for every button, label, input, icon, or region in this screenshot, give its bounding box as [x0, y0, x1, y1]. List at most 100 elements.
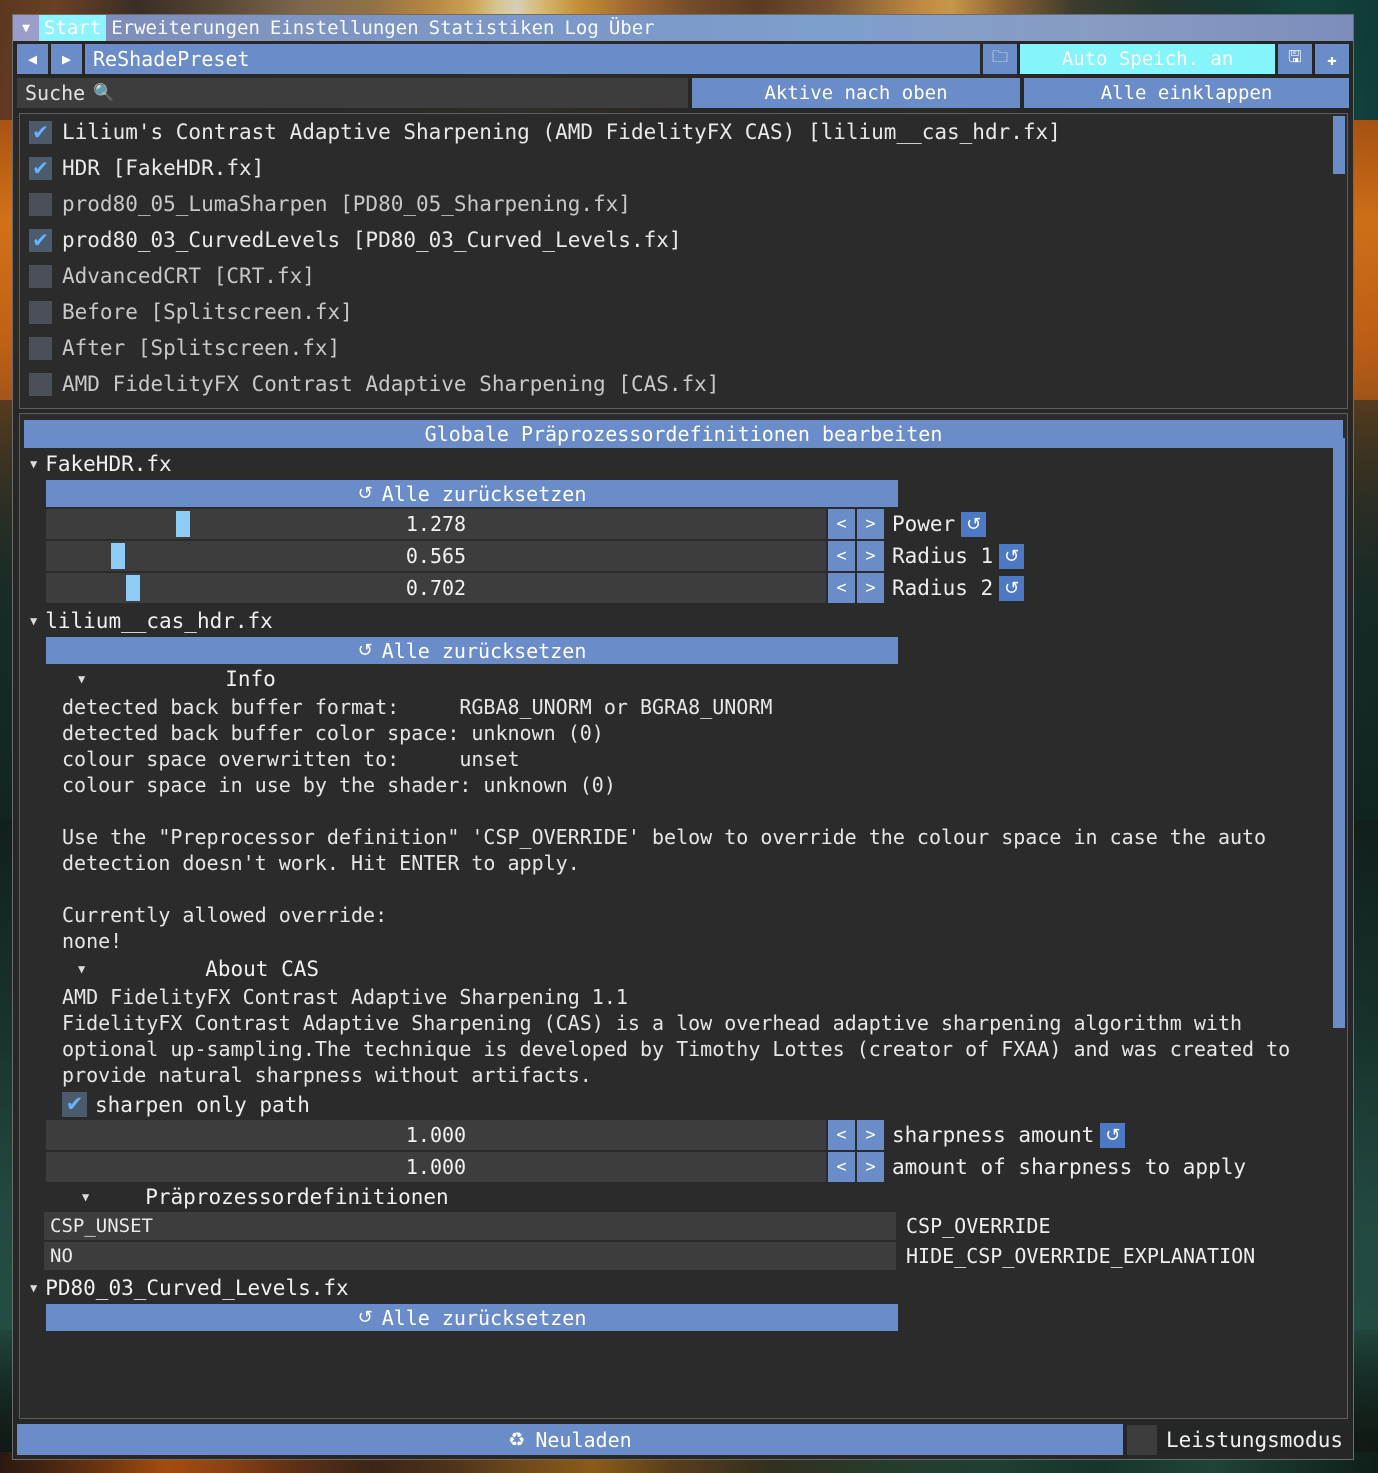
edit-global-preprocessor-button[interactable]: Globale Präprozessordefinitionen bearbei… — [24, 420, 1343, 448]
slider-track[interactable]: 1.000 — [46, 1120, 826, 1150]
slider-row-radius1[interactable]: 0.565 < > Radius 1 ↺ — [46, 541, 1347, 571]
list-item[interactable]: ✔ prod80_03_CurvedLevels [PD80_03_Curved… — [20, 222, 1347, 258]
effect-section-cas[interactable]: ▼ lilium__cas_hdr.fx — [20, 605, 1347, 635]
reset-all-button-fakehdr[interactable]: ↺ Alle zurücksetzen — [46, 480, 898, 507]
effect-checkbox[interactable] — [29, 264, 52, 288]
folder-icon[interactable]: 🗀 — [983, 44, 1017, 74]
slider-increment-button[interactable]: > — [857, 541, 884, 571]
info-tree-header[interactable]: ▼ Info — [20, 667, 1347, 691]
settings-panel[interactable]: Globale Präprozessordefinitionen bearbei… — [19, 413, 1348, 1419]
effect-section-fakehdr[interactable]: ▼ FakeHDR.fx — [20, 448, 1347, 478]
revert-icon[interactable]: ↺ — [999, 543, 1025, 569]
search-toolbar: Suche 🔍 Aktive nach oben Alle einklappen — [13, 77, 1353, 111]
effect-checkbox[interactable] — [29, 300, 52, 324]
effect-label: AMD FidelityFX Contrast Adaptive Sharpen… — [62, 372, 720, 396]
slider-track[interactable]: 1.278 — [46, 509, 826, 539]
effect-section-title: FakeHDR.fx — [45, 452, 172, 476]
slider-increment-button[interactable]: > — [857, 573, 884, 603]
slider-row-sharpness-amount[interactable]: 1.000 < > sharpness amount ↺ — [46, 1120, 1347, 1150]
allowed-override-value: none! — [62, 929, 123, 953]
preprocessor-tree-header[interactable]: ▼ Präprozessordefinitionen — [20, 1185, 1347, 1209]
search-input[interactable]: Suche 🔍 — [17, 78, 688, 108]
reset-all-button-pd80[interactable]: ↺ Alle zurücksetzen — [46, 1304, 898, 1331]
list-item[interactable]: ✔ Lilium's Contrast Adaptive Sharpening … — [20, 114, 1347, 150]
slider-label-group: Radius 1 ↺ — [892, 543, 1025, 569]
preprocessor-definition-row[interactable]: NO HIDE_CSP_OVERRIDE_EXPLANATION — [44, 1242, 1347, 1270]
slider-track[interactable]: 1.000 — [46, 1152, 826, 1182]
preset-path-input[interactable]: ReShadePreset — [85, 44, 980, 74]
revert-icon[interactable]: ↺ — [999, 575, 1025, 601]
previous-preset-icon[interactable]: ◀ — [17, 44, 48, 74]
reset-all-button-cas[interactable]: ↺ Alle zurücksetzen — [46, 637, 898, 664]
active-to-top-button[interactable]: Aktive nach oben — [692, 78, 1020, 108]
effect-checkbox[interactable]: ✔ — [29, 156, 52, 180]
reload-button[interactable]: ♻ Neuladen — [17, 1424, 1123, 1455]
reset-icon: ↺ — [357, 1307, 373, 1328]
settings-panel-scrollbar[interactable] — [1333, 416, 1345, 1416]
list-item[interactable]: prod80_05_LumaSharpen [PD80_05_Sharpenin… — [20, 186, 1347, 222]
effect-checkbox[interactable] — [29, 372, 52, 396]
preprocessor-value-input[interactable]: NO — [44, 1242, 896, 1270]
effects-list-scrollbar[interactable] — [1333, 116, 1345, 406]
slider-value: 0.702 — [405, 576, 467, 600]
effect-section-pd80[interactable]: ▼ PD80_03_Curved_Levels.fx — [20, 1272, 1347, 1302]
add-preset-icon[interactable]: ✚ — [1315, 44, 1349, 74]
slider-increment-button[interactable]: > — [857, 1120, 884, 1150]
next-preset-icon[interactable]: ▶ — [51, 44, 82, 74]
tab-ueber[interactable]: Über — [604, 15, 660, 41]
slider-decrement-button[interactable]: < — [828, 509, 855, 539]
collapse-window-icon[interactable]: ▼ — [13, 15, 39, 41]
slider-handle[interactable] — [111, 543, 125, 569]
check-icon: ✔ — [65, 1092, 84, 1116]
list-item[interactable]: ✔ HDR [FakeHDR.fx] — [20, 150, 1347, 186]
tab-statistiken[interactable]: Statistiken — [424, 15, 560, 41]
effect-label: AdvancedCRT [CRT.fx] — [62, 264, 315, 288]
slider-handle[interactable] — [176, 511, 190, 537]
slider-decrement-button[interactable]: < — [828, 541, 855, 571]
tab-bar: ▼ Start Erweiterungen Einstellungen Stat… — [13, 15, 1353, 41]
sharpen-only-path-row[interactable]: ✔ sharpen only path — [62, 1092, 1347, 1117]
revert-icon[interactable]: ↺ — [961, 511, 987, 537]
check-icon: ✔ — [32, 120, 49, 144]
effect-checkbox[interactable] — [29, 192, 52, 216]
sharpen-only-path-checkbox[interactable]: ✔ — [62, 1092, 87, 1117]
slider-decrement-button[interactable]: < — [828, 1152, 855, 1182]
list-item[interactable]: Before [Splitscreen.fx] — [20, 294, 1347, 330]
collapse-all-button[interactable]: Alle einklappen — [1024, 78, 1349, 108]
preprocessor-value-input[interactable]: CSP_UNSET — [44, 1212, 896, 1240]
tab-einstellungen[interactable]: Einstellungen — [265, 15, 424, 41]
effect-checkbox[interactable]: ✔ — [29, 120, 52, 144]
slider-row-power[interactable]: 1.278 < > Power ↺ — [46, 509, 1347, 539]
list-item[interactable]: AdvancedCRT [CRT.fx] — [20, 258, 1347, 294]
search-icon: 🔍 — [93, 83, 115, 103]
scrollbar-thumb[interactable] — [1333, 438, 1345, 1028]
revert-icon[interactable]: ↺ — [1100, 1122, 1126, 1148]
tab-log[interactable]: Log — [559, 15, 603, 41]
slider-track[interactable]: 0.565 — [46, 541, 826, 571]
check-icon: ✔ — [32, 156, 49, 180]
slider-decrement-button[interactable]: < — [828, 1120, 855, 1150]
slider-increment-button[interactable]: > — [857, 509, 884, 539]
save-icon[interactable]: 🖫 — [1278, 44, 1312, 74]
list-item[interactable]: AMD FidelityFX Contrast Adaptive Sharpen… — [20, 366, 1347, 402]
slider-decrement-button[interactable]: < — [828, 573, 855, 603]
performance-mode-group[interactable]: Leistungsmodus — [1126, 1424, 1349, 1455]
slider-track[interactable]: 0.702 — [46, 573, 826, 603]
footer-bar: ♻ Neuladen Leistungsmodus — [13, 1421, 1353, 1459]
tab-erweiterungen[interactable]: Erweiterungen — [106, 15, 265, 41]
list-item[interactable]: After [Splitscreen.fx] — [20, 330, 1347, 366]
about-cas-tree-header[interactable]: ▼ About CAS — [20, 957, 1347, 981]
performance-mode-checkbox[interactable] — [1126, 1424, 1157, 1455]
scrollbar-thumb[interactable] — [1333, 116, 1345, 174]
slider-row-amount-of-sharpness[interactable]: 1.000 < > amount of sharpness to apply — [46, 1152, 1347, 1182]
about-cas-body: FidelityFX Contrast Adaptive Sharpening … — [62, 1011, 1303, 1087]
slider-handle[interactable] — [126, 575, 140, 601]
effects-list[interactable]: ✔ Lilium's Contrast Adaptive Sharpening … — [19, 113, 1348, 409]
auto-save-toggle[interactable]: Auto Speich. an — [1020, 44, 1275, 74]
preprocessor-definition-row[interactable]: CSP_UNSET CSP_OVERRIDE — [44, 1212, 1347, 1240]
effect-checkbox[interactable]: ✔ — [29, 228, 52, 252]
tab-start[interactable]: Start — [39, 15, 107, 41]
effect-checkbox[interactable] — [29, 336, 52, 360]
slider-increment-button[interactable]: > — [857, 1152, 884, 1182]
slider-row-radius2[interactable]: 0.702 < > Radius 2 ↺ — [46, 573, 1347, 603]
